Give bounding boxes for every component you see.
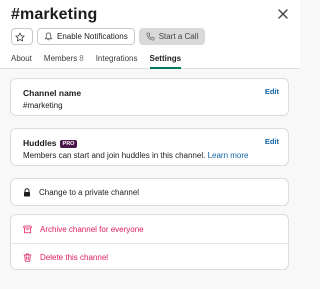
private-channel-card[interactable]: Change to a private channel xyxy=(10,178,289,206)
change-to-private-button[interactable]: Change to a private channel xyxy=(23,188,139,197)
danger-zone-card: Archive channel for everyone Delete this… xyxy=(10,214,289,270)
danger-divider xyxy=(11,243,288,244)
tab-integrations-label: Integrations xyxy=(95,54,138,63)
learn-more-link[interactable]: Learn more xyxy=(208,151,249,160)
phone-icon xyxy=(146,32,155,41)
enable-notifications-label: Enable Notifications xyxy=(57,32,128,41)
channel-name-card: Channel name #marketing Edit xyxy=(10,78,289,116)
channel-tabs: About Members 8 Integrations Settings xyxy=(11,54,182,69)
change-to-private-label: Change to a private channel xyxy=(39,188,140,197)
delete-channel-label: Delete this channel xyxy=(40,253,109,262)
close-icon[interactable] xyxy=(275,6,291,22)
archive-icon xyxy=(23,225,32,234)
channel-name-edit-link[interactable]: Edit xyxy=(265,87,279,96)
tab-settings-label: Settings xyxy=(149,54,182,63)
huddles-description: Members can start and join huddles in th… xyxy=(23,151,248,160)
channel-name-label: Channel name xyxy=(23,88,82,98)
star-icon xyxy=(15,32,25,41)
lock-icon xyxy=(24,188,30,197)
delete-channel-button[interactable]: Delete this channel xyxy=(23,253,108,262)
enable-notifications-button[interactable]: Enable Notifications xyxy=(37,28,135,45)
tab-integrations[interactable]: Integrations xyxy=(96,54,138,68)
members-count: 8 xyxy=(79,54,84,63)
huddles-description-text: Members can start and join huddles in th… xyxy=(23,151,206,160)
channel-name-value: #marketing xyxy=(23,101,63,110)
huddles-heading: Huddles PRO xyxy=(23,138,78,148)
huddles-label: Huddles xyxy=(23,138,57,148)
channel-actions: Enable Notifications Start a Call xyxy=(11,28,206,46)
start-call-button[interactable]: Start a Call xyxy=(138,28,206,45)
huddles-card: Huddles PRO Members can start and join hu… xyxy=(10,128,289,166)
huddles-edit-link[interactable]: Edit xyxy=(265,137,279,146)
trash-icon xyxy=(23,253,32,262)
tab-members-label: Members xyxy=(43,54,78,63)
pro-badge: PRO xyxy=(59,140,78,148)
tab-settings[interactable]: Settings xyxy=(149,54,182,69)
archive-channel-button[interactable]: Archive channel for everyone xyxy=(23,225,144,234)
tab-about[interactable]: About xyxy=(11,54,32,68)
tab-members[interactable]: Members 8 xyxy=(44,54,84,68)
archive-channel-label: Archive channel for everyone xyxy=(40,225,144,234)
start-call-label: Start a Call xyxy=(158,32,199,41)
star-button[interactable] xyxy=(11,28,33,45)
bell-icon xyxy=(44,32,53,41)
channel-header: #marketing Enable Notifications Start a … xyxy=(0,0,300,69)
channel-title: #marketing xyxy=(11,6,98,23)
tab-about-label: About xyxy=(11,54,32,63)
